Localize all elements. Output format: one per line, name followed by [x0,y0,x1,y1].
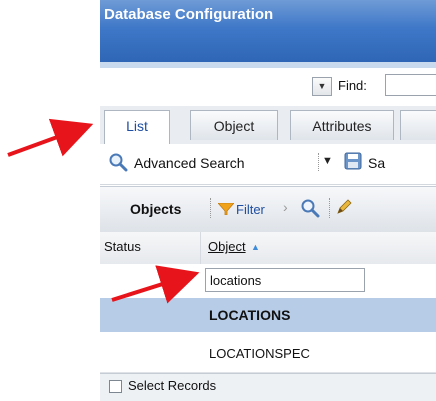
objects-divider-2 [329,198,330,218]
toolbar-divider [318,153,320,171]
objects-title: Objects [130,201,182,217]
tab-object-label: Object [213,118,255,134]
find-input[interactable] [385,74,436,96]
column-header-object[interactable]: Object [208,239,246,254]
tab-more[interactable] [400,110,436,140]
save-icon[interactable] [344,152,362,170]
find-dropdown-button[interactable]: ▼ [312,77,332,96]
tab-attributes[interactable]: Attributes [290,110,394,140]
pencil-icon[interactable] [335,198,353,216]
tab-attributes-label: Attributes [312,118,372,134]
tab-list-label: List [126,118,148,134]
window-title: Database Configuration [104,6,274,23]
column-header-status[interactable]: Status [104,239,141,254]
objects-divider [210,198,211,218]
chevron-right-icon: › [283,199,288,215]
save-button[interactable]: Sa [368,155,385,171]
sort-ascending-icon[interactable]: ▲ [251,242,260,252]
filter-icon[interactable] [218,203,234,215]
search-icon[interactable] [108,152,128,172]
select-records-label: Select Records [128,378,217,393]
tab-list[interactable]: List [104,110,170,145]
object-filter-input[interactable]: locations [205,268,365,292]
table-header [100,232,436,265]
advanced-search-dropdown-icon[interactable]: ▼ [322,155,333,167]
find-icon[interactable] [300,198,320,218]
tab-object[interactable]: Object [190,110,278,140]
chevron-down-icon: ▼ [317,81,327,91]
table-cell-object[interactable]: LOCATIONS [209,307,290,323]
arrow-to-list-tab [7,118,94,157]
select-records-checkbox[interactable] [109,380,122,393]
table-cell-object[interactable]: LOCATIONSPEC [209,346,310,361]
advanced-search-button[interactable]: Advanced Search [134,155,245,171]
filter-button[interactable]: Filter [236,202,265,217]
find-label: Find: [338,78,367,93]
